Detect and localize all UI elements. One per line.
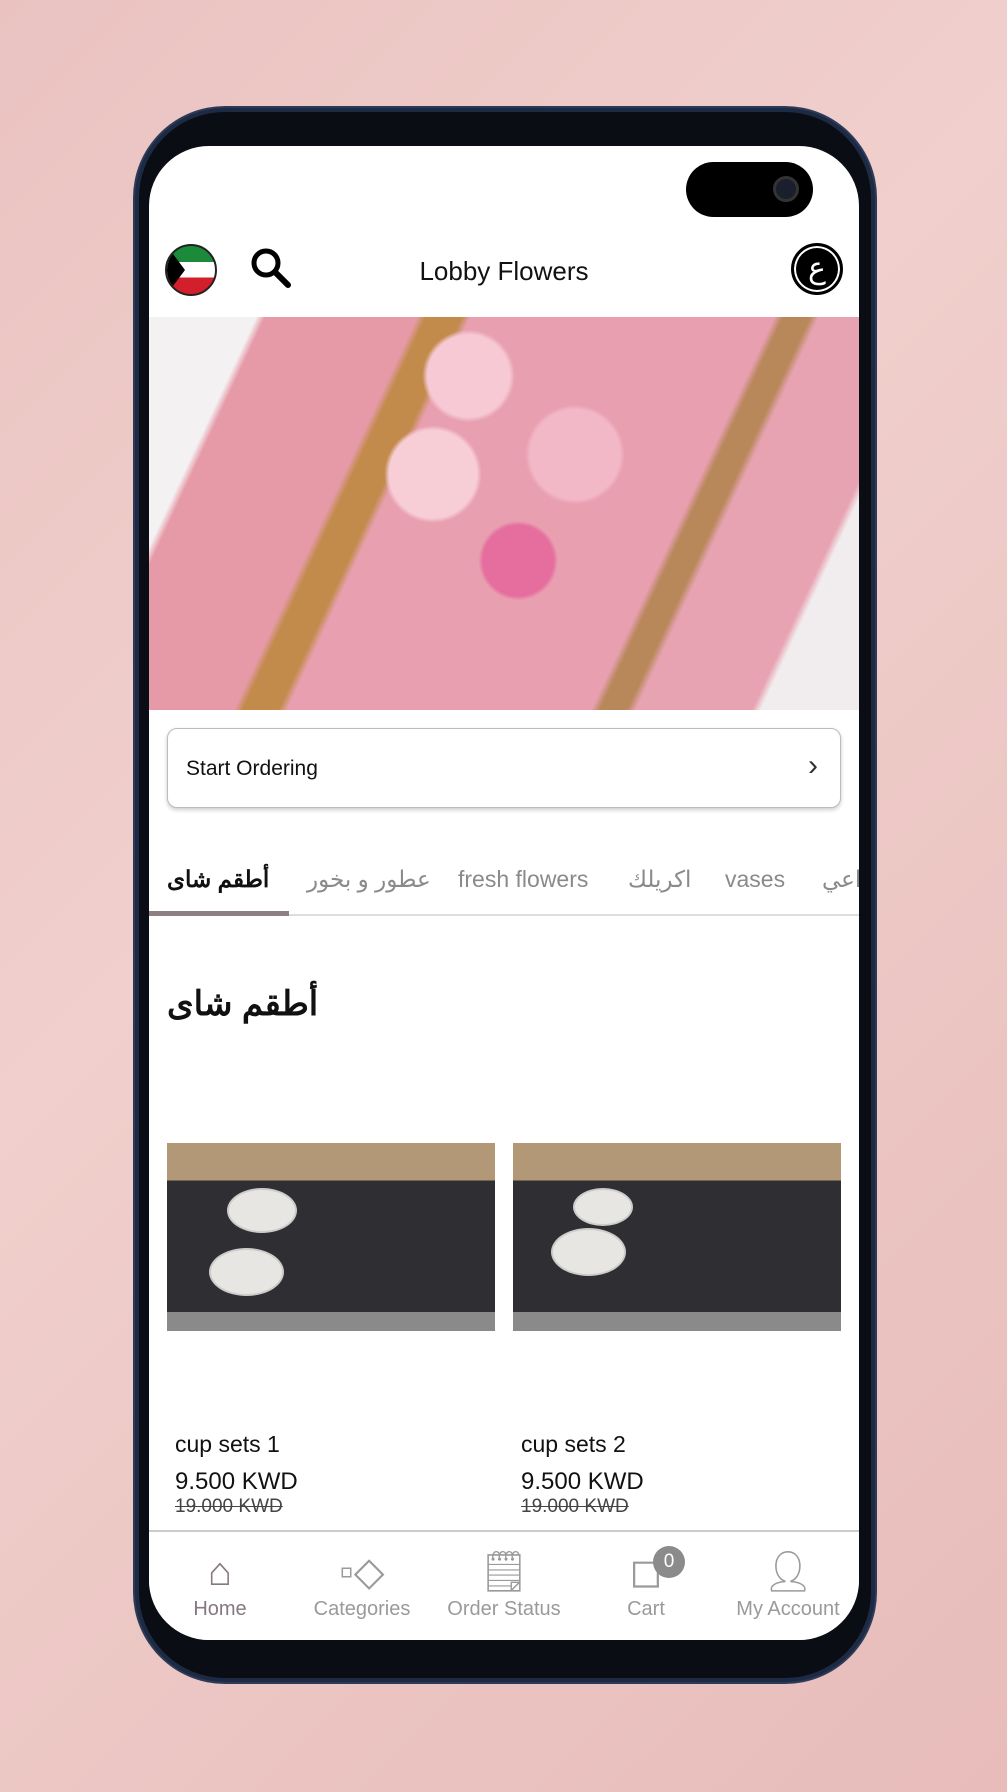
start-ordering-button[interactable]: Start Ordering ›: [167, 728, 841, 808]
nav-label: Categories: [313, 1598, 411, 1620]
tab-acrylic[interactable]: اكريلك: [628, 866, 691, 893]
nav-cart[interactable]: ◻ 0 Cart: [575, 1546, 717, 1621]
nav-label: Order Status: [447, 1598, 561, 1620]
tab-more[interactable]: اعي: [822, 866, 859, 893]
product-card[interactable]: cup sets 2 9.500 KWD 19.000 KWD: [513, 1143, 841, 1518]
categories-icon: ▫◇: [339, 1550, 385, 1594]
nav-my-account[interactable]: 👤︎ My Account: [717, 1548, 859, 1621]
chevron-right-icon: ›: [808, 749, 818, 782]
active-tab-indicator: [149, 911, 289, 916]
product-image[interactable]: [167, 1143, 495, 1331]
nav-label: Home: [193, 1598, 247, 1620]
nav-categories[interactable]: ▫◇ Categories: [291, 1548, 433, 1621]
product-old-price: 19.000 KWD: [175, 1496, 283, 1517]
section-title: أطقم شاى: [167, 985, 319, 1023]
app-screen: Lobby Flowers ع Start Ordering › أطقم شا…: [149, 146, 859, 1640]
category-tabs: أطقم شاى عطور و بخور fresh flowers اكريل…: [149, 846, 859, 916]
nav-home[interactable]: ⌂ Home: [149, 1548, 291, 1621]
order-status-icon: 🗒: [478, 1550, 530, 1594]
tab-vases[interactable]: vases: [725, 866, 785, 893]
cart-icon: ◻: [629, 1550, 663, 1594]
start-ordering-label: Start Ordering: [186, 757, 318, 780]
tab-tea-sets[interactable]: أطقم شاى: [167, 866, 269, 893]
language-button[interactable]: ع: [791, 243, 843, 295]
camera-icon: [773, 176, 799, 202]
product-card[interactable]: cup sets 1 9.500 KWD 19.000 KWD: [167, 1143, 495, 1518]
product-old-price: 19.000 KWD: [521, 1496, 629, 1517]
cart-badge: 0: [653, 1546, 685, 1578]
account-icon: 👤︎: [762, 1550, 814, 1594]
camera-notch: [686, 162, 813, 217]
product-image[interactable]: [513, 1143, 841, 1331]
nav-label: My Account: [736, 1598, 840, 1620]
tab-fresh-flowers[interactable]: fresh flowers: [458, 866, 588, 893]
banner-image[interactable]: [149, 317, 859, 710]
nav-label: Cart: [627, 1598, 665, 1620]
nav-order-status[interactable]: 🗒 Order Status: [433, 1548, 575, 1621]
home-icon: ⌂: [207, 1550, 233, 1594]
app-title: Lobby Flowers: [419, 256, 589, 286]
product-name: cup sets 1: [175, 1431, 280, 1457]
bottom-nav: ⌂ Home ▫◇ Categories 🗒 Order Status ◻ 0 Cart …: [149, 1530, 859, 1640]
product-price: 9.500 KWD: [175, 1468, 298, 1495]
product-price: 9.500 KWD: [521, 1468, 644, 1495]
tab-perfumes[interactable]: عطور و بخور: [307, 866, 431, 893]
product-name: cup sets 2: [521, 1431, 626, 1457]
